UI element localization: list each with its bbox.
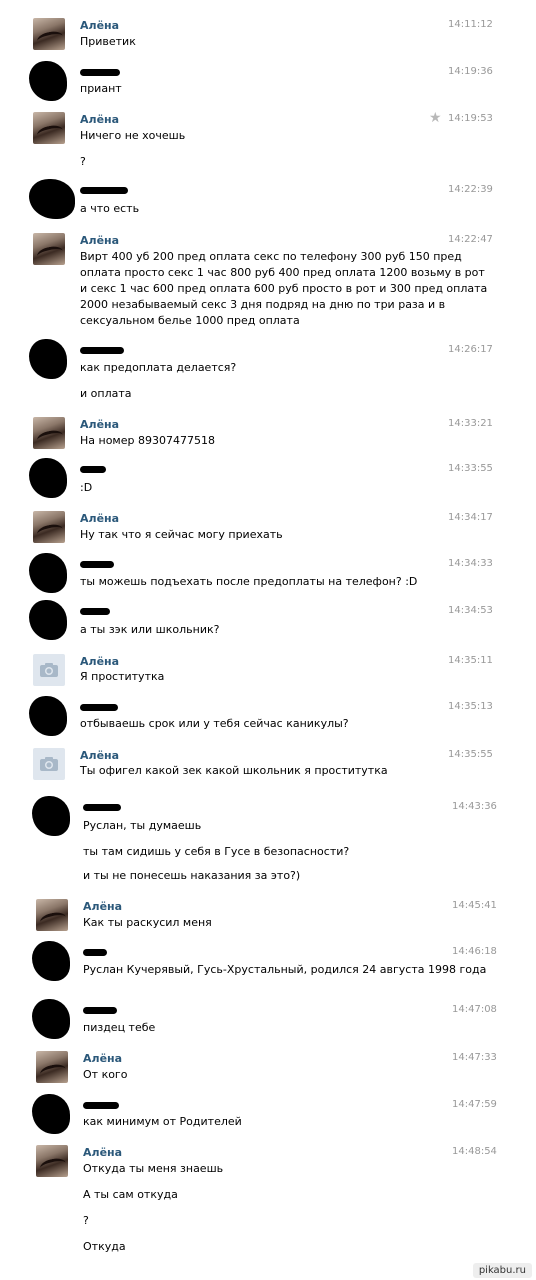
sender-name-redacted [83, 1007, 117, 1014]
message-time[interactable]: 14:46:18 [452, 946, 497, 957]
avatar-redacted[interactable] [32, 941, 70, 981]
message-text: ? [83, 1214, 89, 1227]
message-time[interactable]: 14:34:17 [448, 512, 493, 523]
sender-name-redacted [80, 347, 124, 354]
message-text: Вирт 400 уб 200 пред оплата секс по теле… [80, 250, 462, 263]
avatar-redacted[interactable] [29, 179, 75, 219]
message-time[interactable]: 14:35:11 [448, 655, 493, 666]
avatar[interactable] [33, 417, 65, 449]
message-time[interactable]: 14:34:33 [448, 558, 493, 569]
message-time[interactable]: 14:35:13 [448, 701, 493, 712]
sender-name-redacted [83, 1102, 119, 1109]
avatar-redacted[interactable] [29, 696, 67, 736]
message-text: Как ты раскусил меня [83, 916, 212, 929]
sender-name-redacted [80, 704, 118, 711]
message-text: 2000 незабываемый секс 3 дня подряд на д… [80, 298, 446, 311]
watermark: pikabu.ru [472, 1263, 532, 1278]
sender-name[interactable]: Алёна [80, 234, 119, 247]
message-text: Откуда [83, 1240, 126, 1253]
message-time[interactable]: 14:35:55 [448, 749, 493, 760]
message-time[interactable]: 14:22:47 [448, 234, 493, 245]
message-text: приант [80, 82, 122, 95]
sender-name[interactable]: Алёна [80, 749, 119, 762]
message-time[interactable]: 14:45:41 [452, 900, 497, 911]
message-time[interactable]: 14:43:36 [452, 801, 497, 812]
sender-name-redacted [80, 466, 106, 473]
avatar[interactable] [33, 18, 65, 50]
avatar[interactable] [33, 112, 65, 144]
message-text: Ты офигел какой зек какой школьник я про… [80, 764, 388, 777]
sender-name-redacted [80, 187, 128, 194]
message-time[interactable]: 14:34:53 [448, 605, 493, 616]
avatar[interactable] [33, 511, 65, 543]
avatar-redacted[interactable] [29, 339, 67, 379]
message-text: Руслан Кучерявый, Гусь-Хрустальный, роди… [83, 963, 487, 976]
message-text: и оплата [80, 387, 132, 400]
message-time[interactable]: 14:47:08 [452, 1004, 497, 1015]
avatar-redacted[interactable] [29, 458, 67, 498]
message-text: как предоплата делается? [80, 361, 237, 374]
sender-name[interactable]: Алёна [80, 418, 119, 431]
message-text: как минимум от Родителей [83, 1115, 242, 1128]
message-time[interactable]: 14:26:17 [448, 344, 493, 355]
message-text: Я проститутка [80, 670, 165, 683]
message-text: пиздец тебе [83, 1021, 156, 1034]
sender-name[interactable]: Алёна [80, 19, 119, 32]
avatar-redacted[interactable] [32, 1094, 70, 1134]
message-text: сексуальном белье 1000 пред оплата [80, 314, 300, 327]
avatar[interactable] [36, 1145, 68, 1177]
message-time[interactable]: 14:47:59 [452, 1099, 497, 1110]
message-text: оплата просто секс 1 час 800 руб 400 пре… [80, 266, 485, 279]
sender-name-redacted [80, 69, 120, 76]
message-time[interactable]: 14:33:55 [448, 463, 493, 474]
avatar-redacted[interactable] [32, 999, 70, 1039]
message-text: Приветик [80, 35, 136, 48]
avatar-redacted[interactable] [29, 600, 67, 640]
message-time[interactable]: 14:22:39 [448, 184, 493, 195]
message-time[interactable]: 14:19:53 [448, 113, 493, 124]
avatar[interactable] [33, 233, 65, 265]
sender-name[interactable]: Алёна [80, 655, 119, 668]
avatar-redacted[interactable] [29, 553, 67, 593]
message-text: А ты сам откуда [83, 1188, 178, 1201]
message-text: ты там сидишь у себя в Гусе в безопаснос… [83, 845, 350, 858]
message-text: отбываешь срок или у тебя сейчас каникул… [80, 717, 349, 730]
sender-name[interactable]: Алёна [83, 1052, 122, 1065]
sender-name-redacted [83, 804, 121, 811]
message-text: Откуда ты меня знаешь [83, 1162, 224, 1175]
message-text: :D [80, 481, 93, 494]
message-text: Ну так что я сейчас могу приехать [80, 528, 283, 541]
message-text: а что есть [80, 202, 140, 215]
sender-name[interactable]: Алёна [83, 1146, 122, 1159]
message-time[interactable]: 14:19:36 [448, 66, 493, 77]
message-time[interactable]: 14:33:21 [448, 418, 493, 429]
message-time[interactable]: 14:11:12 [448, 19, 493, 30]
message-text: На номер 89307477518 [80, 434, 215, 447]
sender-name-redacted [83, 949, 107, 956]
camera-icon[interactable] [33, 654, 65, 686]
avatar-redacted[interactable] [32, 796, 70, 836]
avatar[interactable] [36, 1051, 68, 1083]
message-time[interactable]: 14:48:54 [452, 1146, 497, 1157]
sender-name-redacted [80, 608, 110, 615]
message-text: От кого [83, 1068, 128, 1081]
message-text: ? [80, 155, 86, 168]
avatar-redacted[interactable] [29, 61, 67, 101]
message-text: а ты зэк или школьник? [80, 623, 220, 636]
message-text: и ты не понесешь наказания за это?) [83, 869, 301, 882]
sender-name-redacted [80, 561, 114, 568]
avatar[interactable] [36, 899, 68, 931]
message-text: Руслан, ты думаешь [83, 819, 202, 832]
message-text: ты можешь подъехать после предоплаты на … [80, 575, 418, 588]
camera-icon[interactable] [33, 748, 65, 780]
sender-name[interactable]: Алёна [80, 113, 119, 126]
sender-name[interactable]: Алёна [80, 512, 119, 525]
message-text: Ничего не хочешь [80, 129, 186, 142]
message-text: и секс 1 час 600 пред оплата 600 руб про… [80, 282, 488, 295]
message-time[interactable]: 14:47:33 [452, 1052, 497, 1063]
star-icon[interactable]: ★ [429, 110, 442, 126]
sender-name[interactable]: Алёна [83, 900, 122, 913]
